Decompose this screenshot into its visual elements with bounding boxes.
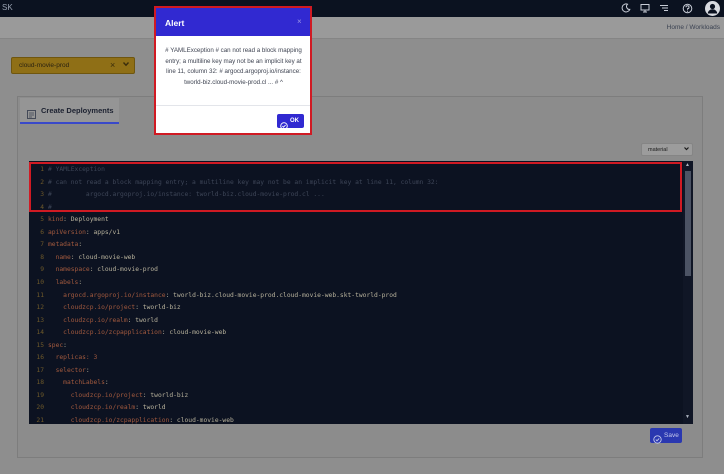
user-avatar[interactable] [705,1,720,16]
line-number: 5 [40,216,44,224]
line-number: 15 [36,341,44,349]
code-line[interactable]: 15 spec: [29,340,689,352]
code-text: cloudzcp.io/project: tworld-biz [48,391,189,399]
scroll-down-icon[interactable]: ▼ [685,414,690,420]
code-line[interactable]: 9 namespace: cloud-movie-prod [29,264,689,276]
top-navigation-bar: SK [0,0,724,17]
check-circle-icon [280,117,288,130]
help-icon[interactable] [682,3,693,14]
line-number: 6 [40,228,44,236]
alert-header: Alert × [156,8,310,36]
namespace-select-value: cloud-movie-prod [19,62,70,69]
save-button-label: Save [664,431,679,439]
code-line[interactable]: 17 selector: [29,365,689,377]
code-line[interactable]: 21 cloudzcp.io/zcpapplication: cloud-mov… [29,415,689,424]
code-line[interactable]: 5 kind: Deployment [29,214,689,226]
code-line[interactable]: 7 metadata: [29,239,689,251]
tab-label: Create Deployments [41,106,114,115]
alert-title: Alert [165,18,185,28]
chevron-down-icon [683,145,690,154]
tab-create-deployments[interactable]: Create Deployments [20,98,119,124]
line-number: 12 [36,304,44,312]
line-number: 7 [40,241,44,249]
code-line[interactable]: 16 replicas: 3 [29,352,689,364]
chevron-down-icon[interactable] [122,60,130,70]
code-text: labels: [48,278,83,286]
editor-mode-select[interactable]: material [641,143,693,156]
line-number: 10 [36,278,44,286]
code-text: apiVersion: apps/v1 [48,228,121,236]
brand-logo: SK [2,3,13,12]
alert-message: # YAMLException # can not read a block m… [165,47,302,86]
line-number: 20 [36,404,44,412]
code-text: argocd.argoproj.io/instance: tworld-biz.… [48,291,397,299]
line-number: 14 [36,329,44,337]
code-text: kind: Deployment [48,216,109,224]
code-text: cloudzcp.io/zcpapplication: cloud-movie-… [48,329,227,337]
ok-button-label: OK [290,117,299,124]
code-line[interactable]: 14 cloudzcp.io/zcpapplication: cloud-mov… [29,327,689,339]
user-icon [707,3,718,14]
alert-dialog: Alert × # YAMLException # can not read a… [154,6,312,135]
code-line[interactable]: 19 cloudzcp.io/project: tworld-biz [29,390,689,402]
code-line[interactable]: 11 argocd.argoproj.io/instance: tworld-b… [29,290,689,302]
close-icon[interactable]: × [297,17,302,26]
code-line[interactable]: 6 apiVersion: apps/v1 [29,227,689,239]
check-circle-icon [653,431,662,444]
form-icon [27,106,36,119]
code-text: spec: [48,341,67,349]
line-number: 21 [36,417,44,424]
code-text: cloudzcp.io/realm: tworld [48,404,166,412]
error-highlight [29,162,682,212]
moon-icon[interactable] [620,3,631,14]
code-text: replicas: 3 [48,354,98,362]
line-number: 17 [36,366,44,374]
code-text: cloudzcp.io/zcpapplication: cloud-movie-… [48,417,234,424]
alert-divider [156,105,310,106]
line-number: 13 [36,316,44,324]
code-text: cloudzcp.io/realm: tworld [48,316,158,324]
code-text: cloudzcp.io/project: tworld-biz [48,304,181,312]
close-icon[interactable]: × [110,60,115,70]
code-line[interactable]: 18 matchLabels: [29,377,689,389]
code-text: matchLabels: [48,379,109,387]
code-line[interactable]: 8 name: cloud-movie-web [29,252,689,264]
code-line[interactable]: 20 cloudzcp.io/realm: tworld [29,402,689,414]
code-line[interactable]: 10 labels: [29,277,689,289]
scroll-up-icon[interactable]: ▲ [685,162,690,168]
code-text: metadata: [48,241,83,249]
code-line[interactable]: 13 cloudzcp.io/realm: tworld [29,315,689,327]
monitor-icon[interactable] [639,3,650,14]
save-button[interactable]: Save [650,428,682,444]
line-number: 18 [36,379,44,387]
line-number: 19 [36,391,44,399]
code-text: name: cloud-movie-web [48,253,136,261]
breadcrumb[interactable]: Home / Workloads [667,24,720,31]
editor-mode-value: material [648,146,668,153]
line-number: 16 [36,354,44,362]
code-text: namespace: cloud-movie-prod [48,266,158,274]
code-line[interactable]: 12 cloudzcp.io/project: tworld-biz [29,302,689,314]
ok-button[interactable]: OK [277,114,304,130]
list-icon[interactable] [658,3,669,14]
code-text: selector: [48,366,90,374]
breadcrumb-bar: Home / Workloads [0,17,724,39]
line-number: 11 [36,291,44,299]
namespace-select[interactable]: cloud-movie-prod × [11,57,135,74]
line-number: 8 [40,253,44,261]
editor-scrollbar-thumb[interactable] [685,171,691,276]
line-number: 9 [40,266,44,274]
